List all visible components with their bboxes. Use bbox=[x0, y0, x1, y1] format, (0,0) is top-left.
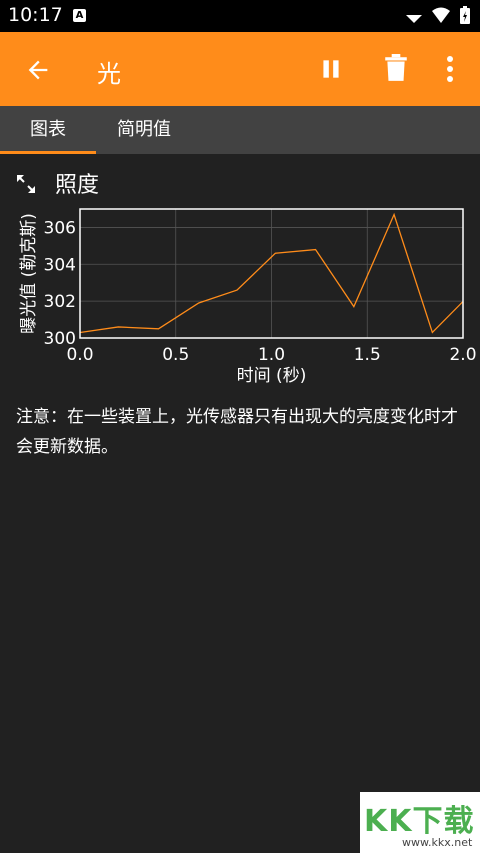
app-bar: 光 bbox=[0, 32, 480, 106]
watermark-url: www.kkx.net bbox=[402, 836, 473, 849]
y-tick-label: 304 bbox=[44, 255, 76, 275]
tab-chart[interactable]: 图表 bbox=[0, 106, 96, 154]
x-tick-label: 2.0 bbox=[449, 345, 476, 365]
x-axis-label: 时间 (秒) bbox=[237, 366, 307, 386]
chart-grid bbox=[79, 209, 464, 339]
y-axis-ticks: 300 302 304 306 bbox=[44, 218, 76, 349]
signal-icon bbox=[406, 15, 422, 23]
x-tick-label: 1.0 bbox=[258, 345, 285, 365]
back-arrow-icon[interactable] bbox=[24, 56, 52, 84]
expand-icon[interactable] bbox=[14, 172, 38, 196]
x-tick-label: 0.5 bbox=[162, 345, 189, 365]
y-tick-label: 300 bbox=[44, 329, 76, 349]
trash-icon[interactable] bbox=[383, 54, 409, 82]
x-tick-label: 1.5 bbox=[354, 345, 381, 365]
section-title: 照度 bbox=[55, 173, 100, 198]
status-time: 10:17 bbox=[8, 4, 63, 26]
tab-simple-value[interactable]: 简明值 bbox=[96, 106, 192, 154]
y-tick-label: 302 bbox=[44, 292, 76, 312]
illuminance-chart: 0.0 0.5 1.0 1.5 2.0 300302304306 时间 (秒) 曝光值 … bbox=[19, 208, 477, 386]
y-axis-label: 曝光值 (勒克斯) bbox=[19, 213, 39, 334]
status-bar: 10:17 A bbox=[0, 0, 480, 32]
chart-container: 0.0 0.5 1.0 1.5 2.0 300 302 304 306 时间 (秒) 曝光值 … bbox=[0, 200, 480, 390]
chart-series-line bbox=[80, 212, 463, 334]
x-axis-ticks: 0.0 0.5 1.0 1.5 2.0 bbox=[66, 345, 476, 365]
tab-bar: 图表 简明值 bbox=[0, 106, 480, 154]
wifi-icon bbox=[432, 7, 450, 23]
watermark: KK下载 www.kkx.net bbox=[360, 792, 480, 853]
more-vert-icon[interactable] bbox=[440, 55, 460, 83]
battery-icon bbox=[460, 6, 470, 24]
pause-icon[interactable] bbox=[318, 56, 344, 82]
tab-indicator bbox=[0, 151, 96, 154]
status-icons bbox=[406, 6, 470, 24]
y-tick-label: 306 bbox=[44, 218, 76, 238]
notification-a-icon: A bbox=[73, 9, 86, 22]
app-title: 光 bbox=[97, 60, 121, 88]
sensor-note: 注意：在一些装置上，光传感器只有出现大的亮度变化时才会更新数据。 bbox=[16, 407, 458, 457]
watermark-logo: KK下载 bbox=[364, 804, 475, 839]
